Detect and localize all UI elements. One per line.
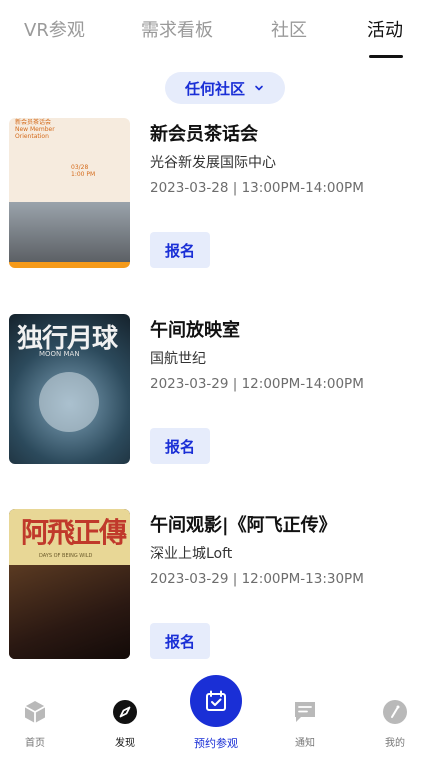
nav-mine[interactable]: 我的 (365, 699, 425, 749)
event-card[interactable]: 阿飛正傳 DAYS OF BEING WILD 午间观影|《阿飞正传》 深业上城… (0, 509, 432, 669)
calendar-check-icon (206, 690, 226, 711)
event-card[interactable]: 独行月球 MOON MAN 午间放映室 国航世纪 2023-03-29 | 12… (0, 314, 432, 474)
cube-icon (24, 701, 46, 723)
event-location: 光谷新发展国际中心 (150, 155, 276, 171)
nav-home[interactable]: 首页 (5, 699, 65, 749)
nav-mine-label: 我的 (385, 738, 405, 749)
community-filter-label: 任何社区 (184, 79, 245, 98)
event-thumbnail: 阿飛正傳 DAYS OF BEING WILD (9, 509, 130, 659)
book-visit-label: 预约参观 (194, 737, 238, 750)
poster-subtitle: DAYS OF BEING WILD (39, 553, 93, 559)
thumb-text: 03/28 (71, 164, 89, 171)
poster-art (39, 372, 99, 432)
event-card[interactable]: 新会员茶话会 New Member Orientation 03/28 1:00… (0, 118, 432, 278)
community-filter-dropdown[interactable]: 任何社区 (165, 72, 285, 104)
event-title: 午间放映室 (150, 320, 240, 341)
event-datetime: 2023-03-28 | 13:00PM-14:00PM (150, 180, 364, 196)
poster-title: 阿飛正傳 (21, 516, 127, 549)
nav-notify-label: 通知 (295, 738, 315, 749)
nav-discover-label: 发现 (115, 738, 135, 749)
event-datetime: 2023-03-29 | 12:00PM-13:30PM (150, 571, 364, 587)
event-thumbnail: 新会员茶话会 New Member Orientation 03/28 1:00… (9, 118, 130, 268)
poster-art (9, 565, 130, 659)
thumb-text: New Member (15, 126, 55, 133)
event-title: 新会员茶话会 (150, 124, 258, 145)
event-location: 深业上城Loft (150, 546, 233, 562)
nav-notify[interactable]: 通知 (275, 699, 335, 749)
event-location: 国航世纪 (150, 351, 206, 367)
accent-bar (9, 262, 130, 268)
active-tab-indicator (369, 55, 403, 58)
signup-button[interactable]: 报名 (150, 623, 210, 659)
nav-discover[interactable]: 发现 (95, 699, 155, 749)
signup-button[interactable]: 报名 (150, 232, 210, 268)
signup-button[interactable]: 报名 (150, 428, 210, 464)
bottom-navigation: 首页 发现 预约参观 通知 我的 (0, 675, 432, 763)
event-thumbnail: 独行月球 MOON MAN (9, 314, 130, 464)
book-visit-button[interactable] (190, 675, 242, 727)
chevron-down-icon (255, 85, 263, 91)
event-title: 午间观影|《阿飞正传》 (150, 515, 337, 536)
profile-icon (383, 700, 407, 724)
compass-icon (113, 700, 137, 724)
message-icon (295, 702, 315, 722)
thumb-text: Orientation (15, 133, 49, 140)
tab-demand-board[interactable]: 需求看板 (141, 16, 213, 42)
meeting-photo (9, 202, 130, 262)
tab-vr-tour[interactable]: VR参观 (24, 16, 85, 42)
event-datetime: 2023-03-29 | 12:00PM-14:00PM (150, 376, 364, 392)
thumb-text: 新会员茶话会 (15, 119, 52, 126)
tab-community[interactable]: 社区 (271, 16, 307, 42)
thumb-text: 1:00 PM (71, 171, 96, 178)
poster-subtitle: MOON MAN (39, 350, 80, 358)
top-tab-bar: VR参观 需求看板 社区 活动 (0, 0, 432, 62)
nav-home-label: 首页 (25, 738, 45, 749)
tab-events[interactable]: 活动 (367, 16, 403, 42)
